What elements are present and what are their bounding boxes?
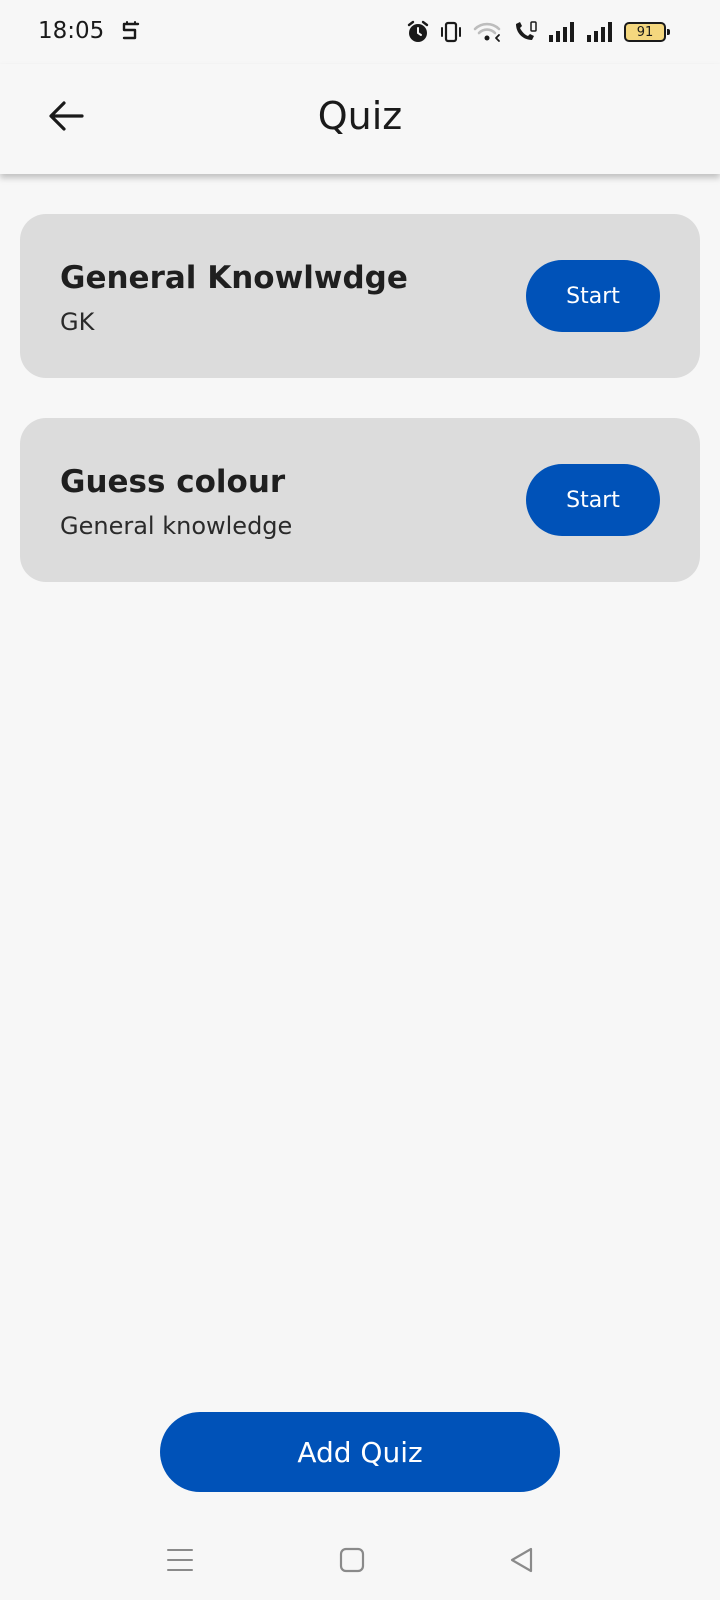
signal-icon — [548, 21, 576, 43]
back-triangle-icon — [508, 1546, 536, 1579]
status-time: 18:05 — [38, 18, 105, 44]
app-bar: Quiz — [0, 64, 720, 174]
quiz-title: General Knowlwdge — [60, 260, 408, 296]
start-button[interactable]: Start — [526, 260, 660, 332]
quiz-screen: 18:05 91 Quiz General Knowlwdge GK Start… — [0, 0, 720, 1600]
quiz-card: General Knowlwdge GK Start — [20, 214, 700, 378]
home-icon — [338, 1546, 366, 1579]
vibrate-icon — [440, 21, 462, 43]
back-nav-button[interactable] — [502, 1542, 542, 1582]
quiz-list: General Knowlwdge GK Start Guess colour … — [20, 214, 700, 622]
page-title: Quiz — [317, 94, 403, 138]
add-quiz-button[interactable]: Add Quiz — [160, 1412, 560, 1492]
recent-apps-button[interactable] — [160, 1542, 200, 1582]
alarm-icon — [406, 20, 430, 44]
notification-icon — [121, 20, 141, 44]
quiz-subtitle: General knowledge — [60, 512, 293, 540]
menu-icon — [166, 1547, 194, 1578]
wifi-icon — [472, 20, 502, 44]
start-button[interactable]: Start — [526, 464, 660, 536]
quiz-subtitle: GK — [60, 308, 95, 336]
quiz-title: Guess colour — [60, 464, 286, 500]
quiz-card: Guess colour General knowledge Start — [20, 418, 700, 582]
home-button[interactable] — [332, 1542, 372, 1582]
signal-icon — [586, 21, 614, 43]
battery-indicator: 91 — [624, 22, 670, 42]
status-icons: 91 — [406, 18, 670, 46]
system-nav-bar — [0, 1520, 720, 1600]
battery-level: 91 — [636, 24, 654, 40]
status-bar: 18:05 91 — [0, 0, 720, 64]
wifi-call-icon — [512, 20, 538, 44]
